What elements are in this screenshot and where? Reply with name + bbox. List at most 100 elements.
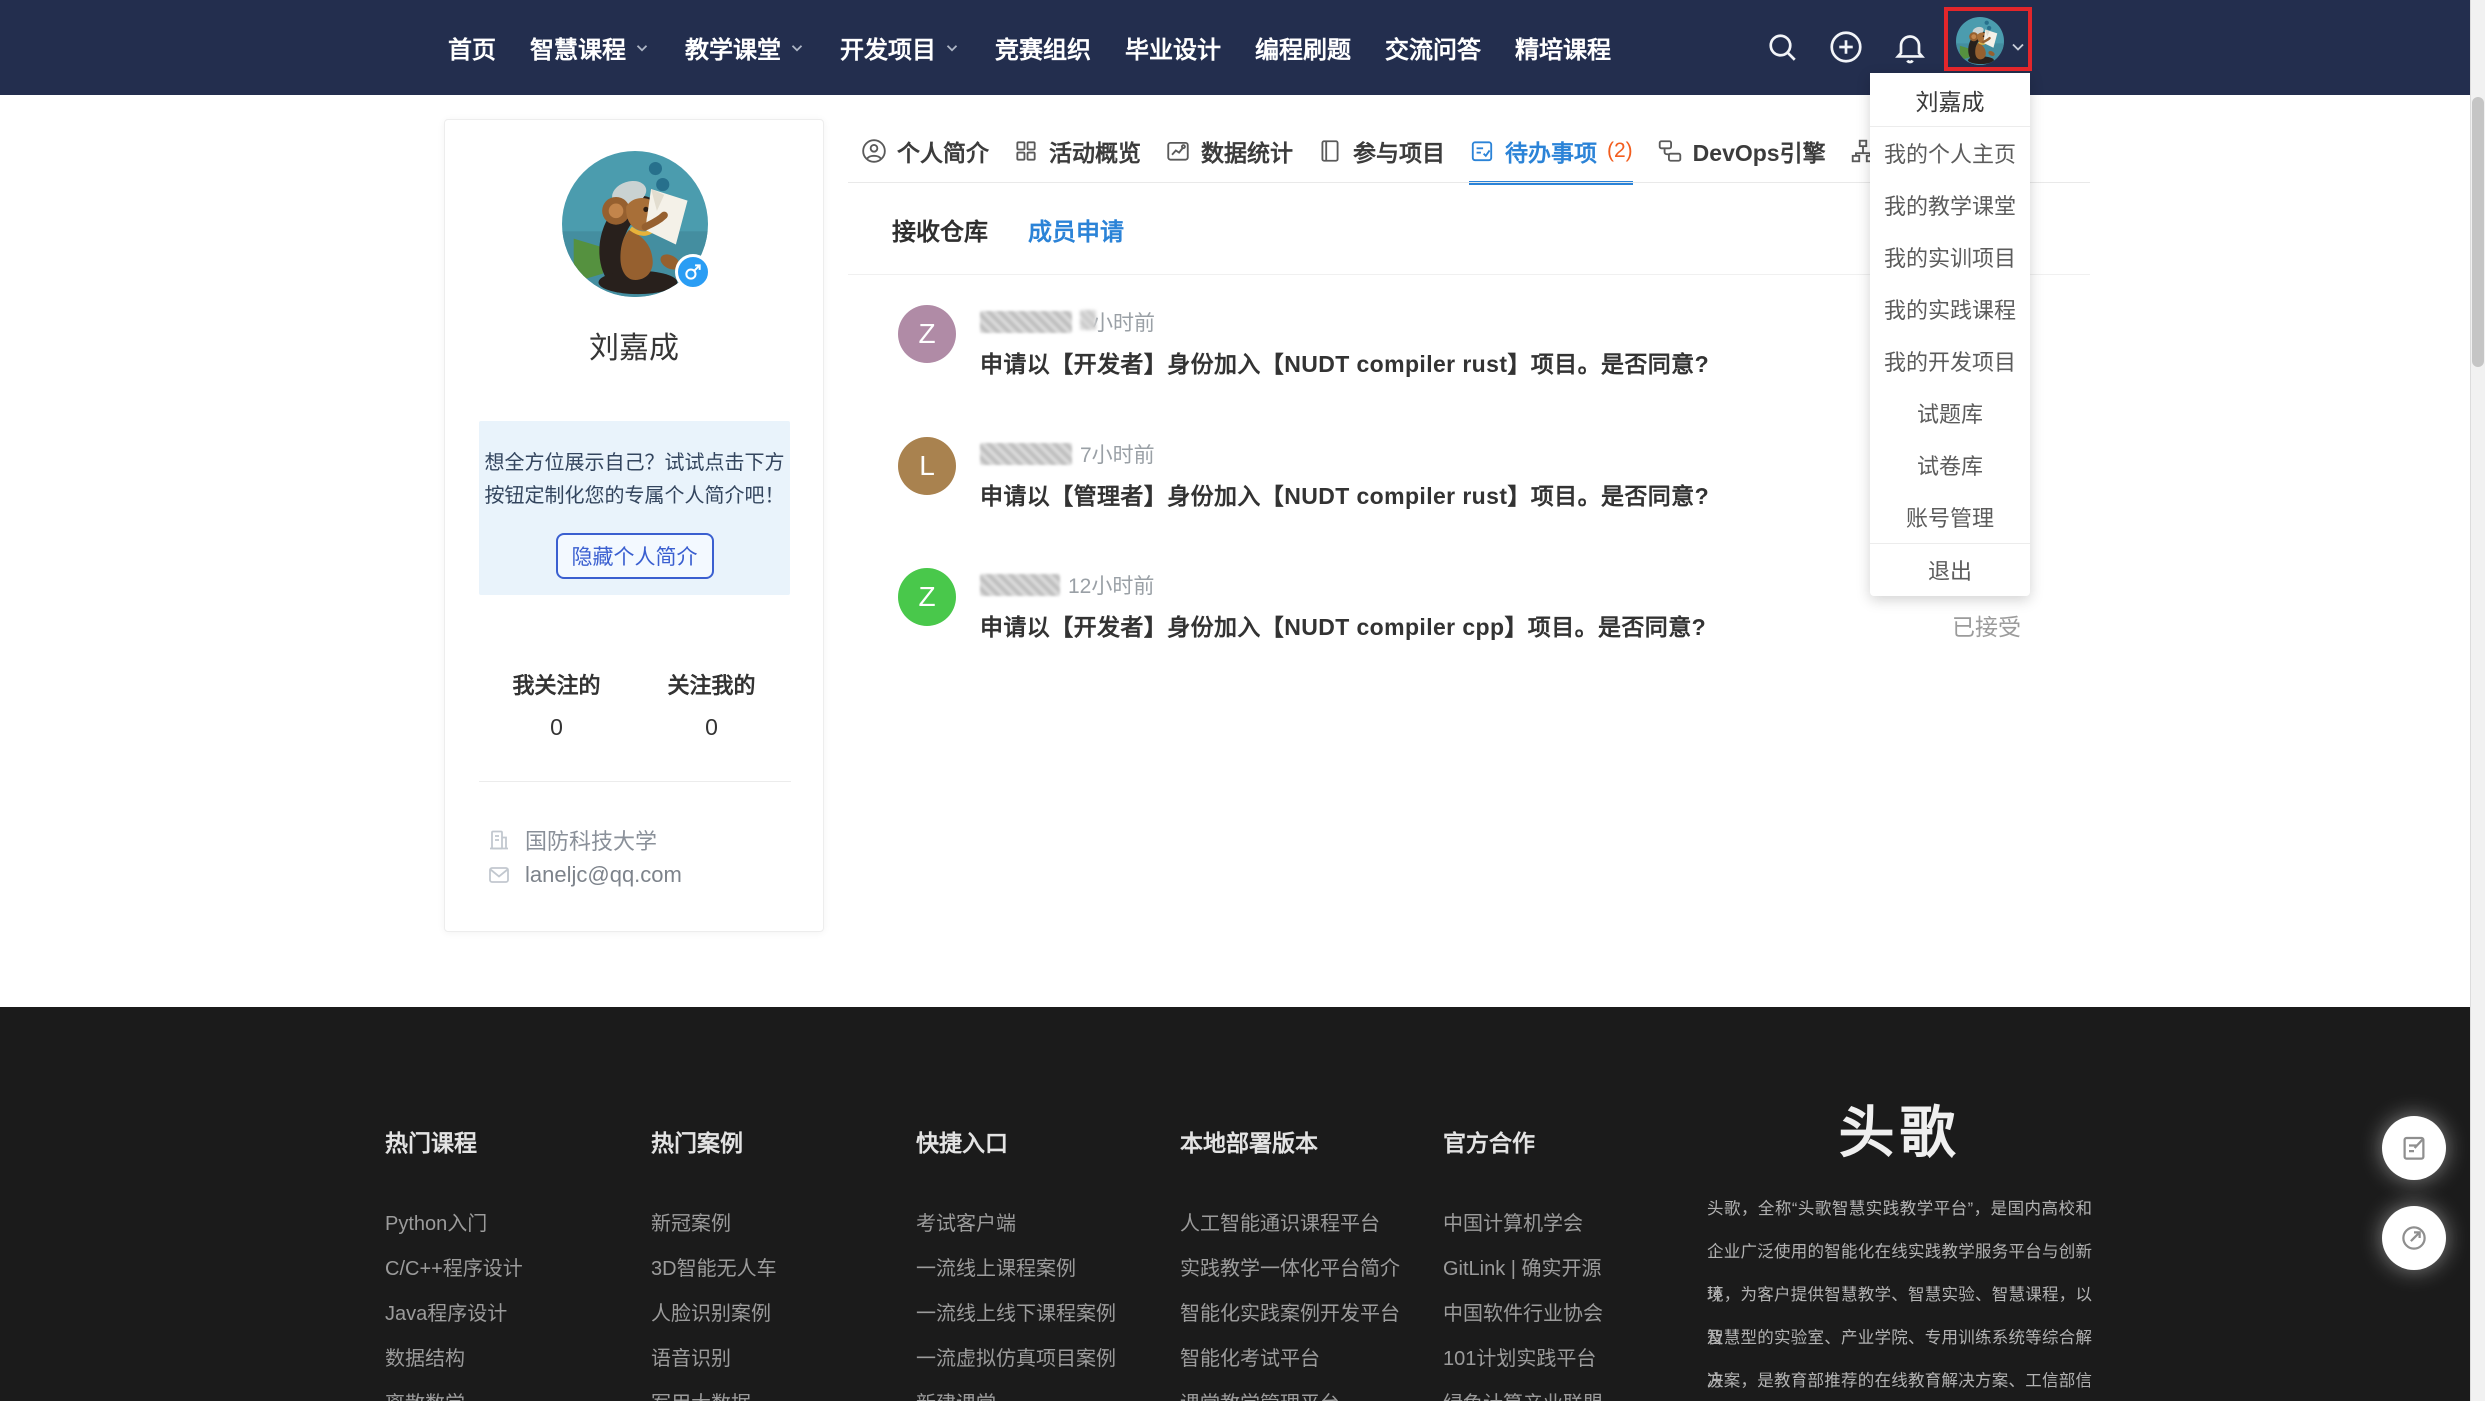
touge-logo: 头歌 (1707, 1100, 2092, 1166)
bell-icon[interactable] (1892, 29, 1928, 65)
chevron-down-icon[interactable] (2008, 37, 2028, 57)
footer-link[interactable]: C/C++程序设计 (385, 1247, 523, 1292)
footer-link[interactable]: Python入门 (385, 1202, 523, 1247)
status-accepted: 已接受 (1952, 608, 2021, 642)
footer-link[interactable]: 数据结构 (385, 1337, 523, 1382)
profile-tabs: 个人简介 活动概览 数据统计 参与项目 待办事项(2) DevOps引擎 (861, 119, 1876, 183)
footer-link[interactable]: 新冠案例 (651, 1202, 777, 1247)
scrollbar-thumb[interactable] (2472, 97, 2484, 367)
hide-intro-button[interactable]: 隐藏个人简介 (556, 533, 714, 579)
tab-participated-projects[interactable]: 参与项目 (1317, 119, 1445, 183)
member-head-line: 7小时前 (980, 439, 1155, 469)
intro-tip-box: 想全方位展示自己？试试点击下方 按钮定制化您的专属个人简介吧！ 隐藏个人简介 (479, 421, 790, 595)
school-name: 国防科技大学 (525, 824, 657, 856)
application-message: 申请以【管理者】身份加入【NUDT compiler rust】项目。是否同意? (980, 477, 1709, 511)
user-avatar[interactable] (1956, 17, 2004, 65)
profile-name: 刘嘉成 (445, 323, 823, 367)
user-menu-name: 刘嘉成 (1870, 73, 2030, 126)
nav-item-graduation[interactable]: 毕业设计 (1125, 30, 1221, 65)
footer-link[interactable]: 课堂教学管理平台 (1180, 1382, 1400, 1401)
menu-item-my-teaching[interactable]: 我的教学课堂 (1870, 179, 2030, 231)
nav-item-smart-courses[interactable]: 智慧课程 (530, 30, 651, 65)
menu-item-my-training[interactable]: 我的实训项目 (1870, 231, 2030, 283)
footer-link[interactable]: Java程序设计 (385, 1292, 523, 1337)
tab-devops-engine[interactable]: DevOps引擎 (1657, 119, 1826, 183)
footer-link[interactable]: 实践教学一体化平台简介 (1180, 1247, 1400, 1292)
footer-link[interactable]: 中国计算机学会 (1443, 1202, 1603, 1247)
menu-item-my-practice-courses[interactable]: 我的实践课程 (1870, 283, 2030, 335)
footer-link[interactable]: 语音识别 (651, 1337, 777, 1382)
footer-link[interactable]: 军用大数据 (651, 1382, 777, 1401)
footer-link[interactable]: 智能化考试平台 (1180, 1337, 1400, 1382)
plus-circle-icon[interactable] (1828, 29, 1864, 65)
scrollbar-track[interactable] (2470, 0, 2485, 1401)
timestamp: 7小时前 (1080, 439, 1155, 469)
member-head-line: 12小时前 (980, 570, 1154, 600)
menu-item-paper-bank[interactable]: 试卷库 (1870, 439, 2030, 491)
footer-link[interactable]: 3D智能无人车 (651, 1247, 777, 1292)
footer-link[interactable]: GitLink | 确实开源 (1443, 1247, 1603, 1292)
footer-link[interactable]: 考试客户端 (916, 1202, 1116, 1247)
footer-link[interactable]: 一流虚拟仿真项目案例 (916, 1337, 1116, 1382)
profile-card: 刘嘉成 想全方位展示自己？试试点击下方 按钮定制化您的专属个人简介吧！ 隐藏个人… (444, 119, 824, 932)
stat-followers[interactable]: 关注我的 0 (662, 668, 762, 741)
share-refresh-button[interactable] (2382, 1206, 2446, 1270)
application-message: 申请以【开发者】身份加入【NUDT compiler rust】项目。是否同意? (980, 345, 1709, 379)
tab-todo-items[interactable]: 待办事项(2) (1469, 119, 1633, 183)
tab-activity-overview[interactable]: 活动概览 (1013, 119, 1141, 183)
intro-tip-text: 想全方位展示自己？试试点击下方 按钮定制化您的专属个人简介吧！ (479, 447, 790, 513)
timestamp: 12小时前 (1068, 570, 1154, 600)
tab-personal-intro[interactable]: 个人简介 (861, 119, 989, 183)
page-footer: 热门课程 Python入门 C/C++程序设计 Java程序设计 数据结构 离散… (0, 1007, 2485, 1401)
blurred-username (980, 311, 1072, 333)
nav-item-teaching[interactable]: 教学课堂 (685, 30, 806, 65)
feedback-button[interactable] (2382, 1116, 2446, 1180)
subtab-received-repos[interactable]: 接收仓库 (892, 212, 988, 247)
follow-stats: 我关注的 0 关注我的 0 (445, 668, 823, 741)
footer-col-official-partners: 官方合作 中国计算机学会 GitLink | 确实开源 中国软件行业协会 101… (1443, 1128, 1603, 1401)
nav-item-home[interactable]: 首页 (448, 30, 496, 65)
footer-link[interactable]: 中国软件行业协会 (1443, 1292, 1603, 1337)
footer-link[interactable]: 101计划实践平台 (1443, 1337, 1603, 1382)
nav-item-competitions[interactable]: 竞赛组织 (995, 30, 1091, 65)
stat-following[interactable]: 我关注的 0 (507, 668, 607, 741)
tab-data-statistics[interactable]: 数据统计 (1165, 119, 1293, 183)
footer-link[interactable]: 绿色计算产业联盟 (1443, 1382, 1603, 1401)
nav-item-premium-courses[interactable]: 精培课程 (1515, 30, 1611, 65)
footer-link[interactable]: 一流线上课程案例 (916, 1247, 1116, 1292)
menu-item-my-homepage[interactable]: 我的个人主页 (1870, 127, 2030, 179)
menu-item-account[interactable]: 账号管理 (1870, 491, 2030, 543)
member-avatar[interactable]: L (898, 437, 956, 495)
footer-link[interactable]: 离散数学 (385, 1382, 523, 1401)
footer-link[interactable]: 智能化实践案例开发平台 (1180, 1292, 1400, 1337)
footer-link[interactable]: 新建课堂 (916, 1382, 1116, 1401)
page: 首页 智慧课程 教学课堂 开发项目 竞赛组织 毕业设计 编程刷题 交流问答 精培… (0, 0, 2485, 1401)
nav-item-dev-projects[interactable]: 开发项目 (840, 30, 961, 65)
search-icon[interactable] (1764, 29, 1800, 65)
todo-subtabs: 接收仓库 成员申请 (892, 212, 1124, 247)
menu-item-my-dev-projects[interactable]: 我的开发项目 (1870, 335, 2030, 387)
timestamp: 小时前 (1080, 307, 1155, 337)
menu-item-question-bank[interactable]: 试题库 (1870, 387, 2030, 439)
chevron-down-icon (788, 39, 806, 57)
footer-link[interactable]: 人工智能通识课程平台 (1180, 1202, 1400, 1247)
application-message: 申请以【开发者】身份加入【NUDT compiler cpp】项目。是否同意? (980, 608, 1706, 642)
footer-link[interactable]: 一流线上线下课程案例 (916, 1292, 1116, 1337)
menu-item-logout[interactable]: 退出 (1870, 544, 2030, 596)
school-icon (487, 828, 511, 852)
member-avatar[interactable]: Z (898, 568, 956, 626)
member-avatar[interactable]: Z (898, 305, 956, 363)
subtab-member-applications[interactable]: 成员申请 (1028, 212, 1124, 247)
email-value: laneljc@qq.com (525, 862, 682, 888)
todo-count-badge: (2) (1607, 139, 1633, 163)
blurred-username (980, 443, 1072, 465)
footer-link[interactable]: 人脸识别案例 (651, 1292, 777, 1337)
nav-menu: 首页 智慧课程 教学课堂 开发项目 竞赛组织 毕业设计 编程刷题 交流问答 精培… (448, 0, 1611, 95)
member-head-line: 小时前 (980, 307, 1155, 337)
chevron-down-icon (633, 39, 651, 57)
nav-item-coding-practice[interactable]: 编程刷题 (1255, 30, 1351, 65)
chevron-down-icon (943, 39, 961, 57)
male-gender-icon (675, 254, 711, 290)
nav-item-qa[interactable]: 交流问答 (1385, 30, 1481, 65)
top-navbar: 首页 智慧课程 教学课堂 开发项目 竞赛组织 毕业设计 编程刷题 交流问答 精培… (0, 0, 2485, 95)
